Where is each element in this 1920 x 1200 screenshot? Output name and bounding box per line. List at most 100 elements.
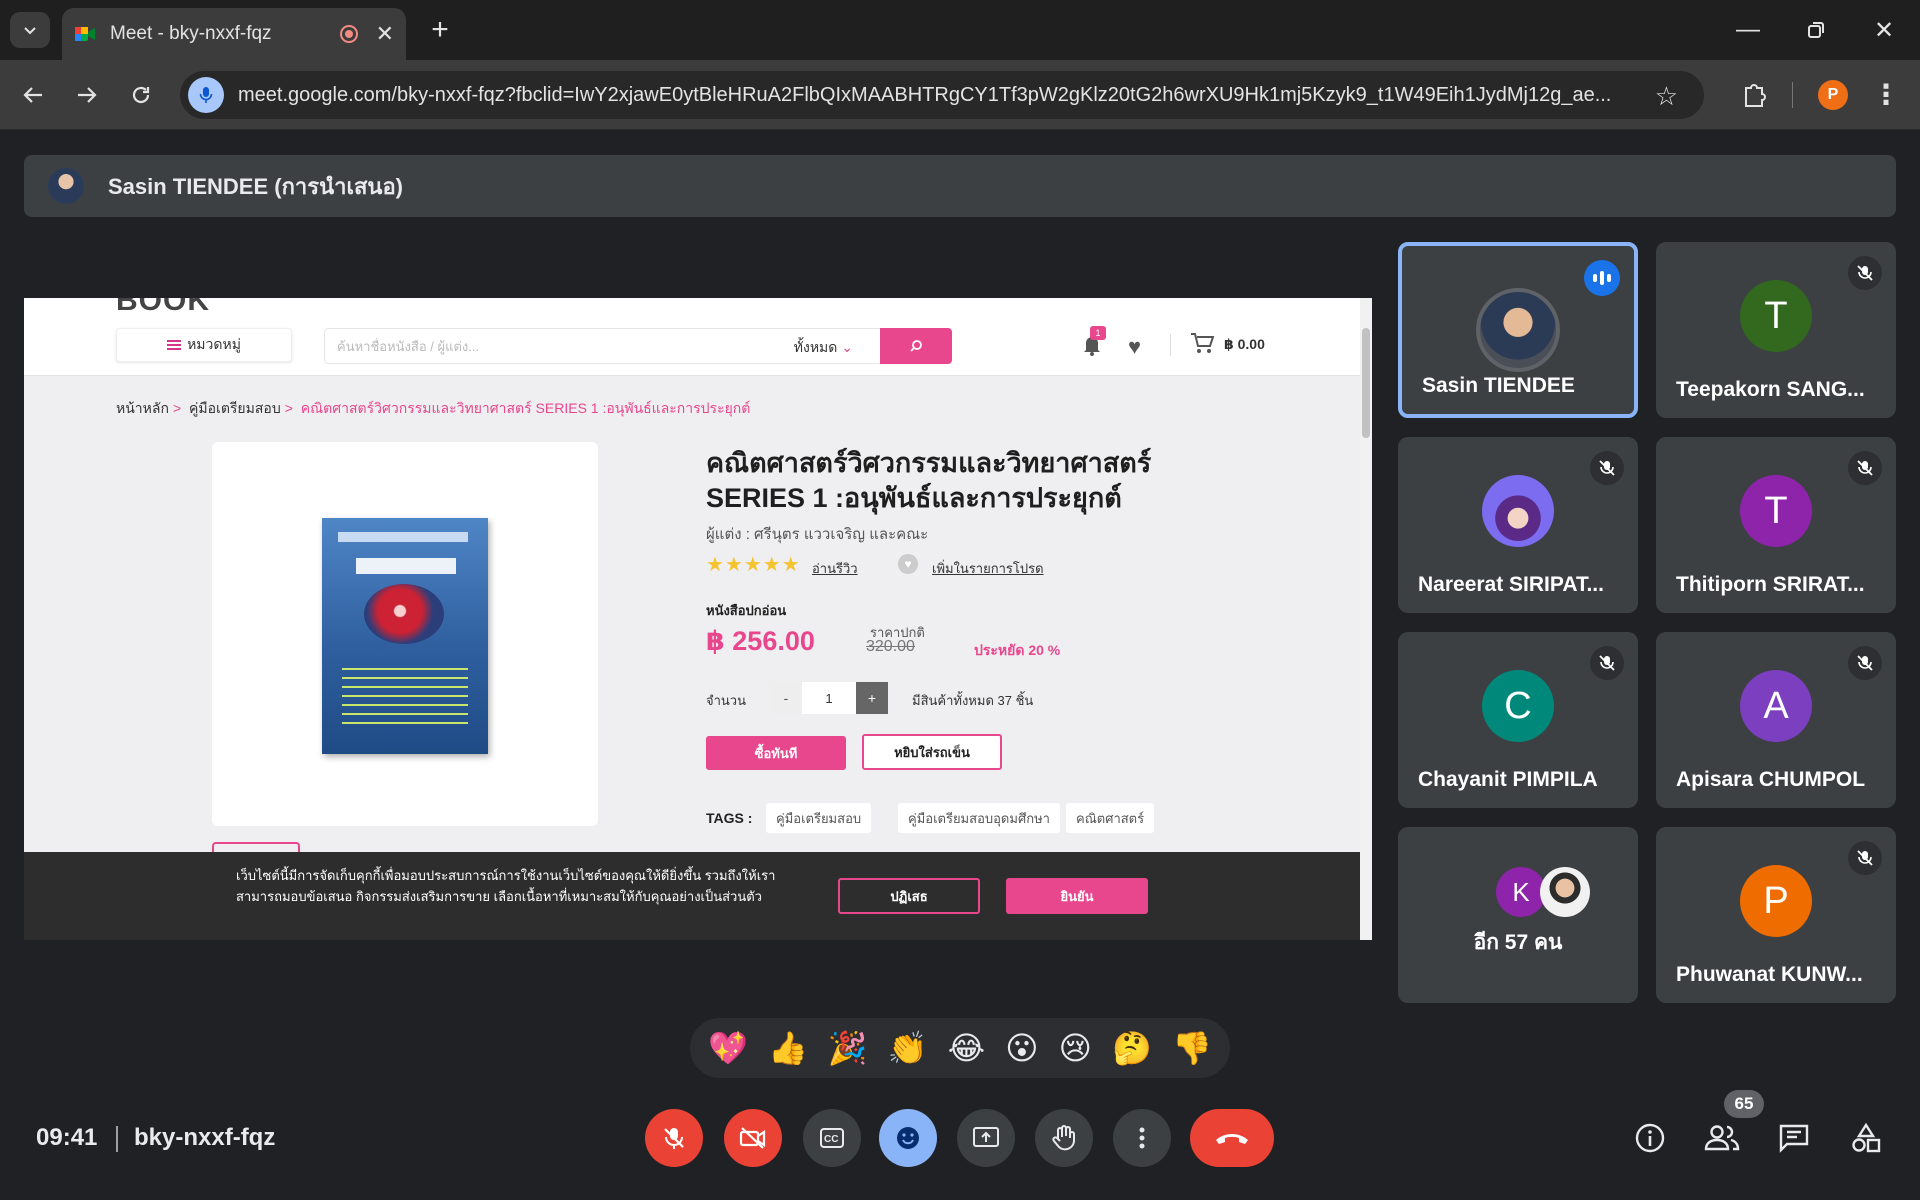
reaction-joy[interactable]: 😂 (948, 1029, 985, 1067)
reload-icon (132, 86, 150, 104)
profile-avatar[interactable]: P (1818, 80, 1848, 110)
forward-arrow-icon (78, 87, 97, 103)
browser-tab-meet[interactable]: Meet - bky-nxxf-fqz ✕ (62, 8, 406, 60)
browser-menu-icon[interactable]: ⋮ (1872, 78, 1900, 111)
quantity-decrease-button[interactable]: - (770, 682, 802, 714)
present-screen-icon (973, 1127, 999, 1147)
read-reviews-link[interactable]: อ่านรีวิว (812, 558, 858, 579)
cookie-accept-button[interactable]: ยินยัน (1006, 878, 1148, 914)
browser-toolbar: meet.google.com/bky-nxxf-fqz?fbclid=IwY2… (0, 60, 1920, 130)
tab-search-button[interactable] (10, 12, 50, 48)
tag-chip[interactable]: คู่มือเตรียมสอบอุดมศึกษา (898, 803, 1060, 833)
present-screen-button[interactable] (957, 1109, 1015, 1167)
participant-tile[interactable]: Sasin TIENDEE (1398, 242, 1638, 418)
meeting-clock: 09:41 (36, 1124, 98, 1151)
participant-name: Nareerat SIRIPAT... (1418, 573, 1604, 596)
chevron-down-icon (24, 27, 36, 35)
close-window-button[interactable]: ✕ (1860, 10, 1908, 50)
camera-off-icon (739, 1127, 766, 1149)
leave-call-button[interactable] (1190, 1109, 1274, 1167)
breadcrumb-category[interactable]: คู่มือเตรียมสอบ (189, 400, 281, 416)
regular-price: 320.00 (866, 638, 915, 655)
mic-off-icon (1590, 451, 1624, 485)
reaction-surprised[interactable]: 😮 (1005, 1029, 1038, 1067)
product-title: คณิตศาสตร์วิศวกรรมและวิทยาศาสตร์ SERIES … (706, 448, 1152, 514)
closed-captions-icon: CC (820, 1128, 844, 1148)
people-button[interactable] (1698, 1114, 1746, 1162)
add-to-wishlist-link[interactable]: เพิ่มในรายการโปรด (932, 558, 1044, 579)
more-participants-tile[interactable]: K อีก 57 คน (1398, 827, 1638, 1003)
tags-label: TAGS : (706, 810, 753, 826)
buy-now-button[interactable]: ซื้อทันที (706, 736, 846, 770)
participant-tile[interactable]: A Apisara CHUMPOL (1656, 632, 1896, 808)
toolbar-divider (1792, 82, 1793, 108)
participant-tile[interactable]: Nareerat SIRIPAT... (1398, 437, 1638, 613)
saving-badge: ประหยัด 20 % (974, 642, 1061, 658)
product-price: ฿ 256.00 (706, 626, 815, 656)
participant-avatar: T (1740, 475, 1812, 547)
forward-button[interactable] (66, 74, 108, 116)
participant-tile[interactable]: T Thitiporn SRIRAT... (1656, 437, 1896, 613)
more-options-button[interactable] (1113, 1109, 1171, 1167)
presenter-avatar (48, 168, 84, 204)
mic-toggle-button[interactable] (645, 1109, 703, 1167)
reaction-thinking[interactable]: 🤔 (1112, 1029, 1152, 1067)
reaction-party-popper[interactable]: 🎉 (828, 1029, 868, 1067)
participant-name: Thitiporn SRIRAT... (1676, 573, 1865, 596)
extensions-icon[interactable] (1736, 76, 1772, 112)
google-meet-icon (75, 27, 95, 41)
back-button[interactable] (12, 74, 54, 116)
browser-tab-bar: Meet - bky-nxxf-fqz ✕ + — ✕ (0, 0, 1920, 60)
microphone-icon[interactable] (188, 77, 224, 113)
quantity-increase-button[interactable]: + (856, 682, 888, 714)
raise-hand-button[interactable] (1035, 1109, 1093, 1167)
info-icon (1635, 1123, 1665, 1153)
tab-close-icon[interactable]: ✕ (376, 21, 394, 47)
reload-button[interactable] (120, 74, 162, 116)
add-to-cart-button[interactable]: หยิบใส่รถเข็น (862, 734, 1002, 770)
shared-page-scrollbar[interactable] (1360, 298, 1372, 940)
activities-button[interactable] (1842, 1114, 1890, 1162)
new-tab-button[interactable]: + (422, 12, 458, 48)
chat-icon (1779, 1124, 1809, 1153)
quantity-input[interactable]: 1 (802, 682, 856, 714)
minimize-button[interactable]: — (1724, 10, 1772, 50)
participant-tile[interactable]: T Teepakorn SANG... (1656, 242, 1896, 418)
captions-button[interactable]: CC (803, 1109, 861, 1167)
participant-avatar: K (1496, 867, 1546, 917)
reaction-thumbs-down[interactable]: 👎 (1172, 1029, 1212, 1067)
people-icon (1704, 1125, 1740, 1151)
participant-photo-avatar (1476, 288, 1560, 372)
restore-button[interactable] (1792, 10, 1840, 50)
site-search-button[interactable] (880, 328, 952, 364)
tag-chip[interactable]: คณิตศาสตร์ (1066, 803, 1155, 833)
mic-off-icon (1848, 841, 1882, 875)
reaction-thumbs-up[interactable]: 👍 (768, 1029, 808, 1067)
search-scope-select[interactable]: ทั้งหมด ⌄ (794, 337, 853, 359)
camera-toggle-button[interactable] (724, 1109, 782, 1167)
tag-chip[interactable]: คู่มือเตรียมสอบ (766, 803, 872, 833)
emoji-reactions-button[interactable] (879, 1109, 937, 1167)
presenter-label: Sasin TIENDEE (การนำเสนอ) (108, 173, 404, 199)
wishlist-heart-icon[interactable]: ♥ (1128, 334, 1141, 360)
cookie-reject-button[interactable]: ปฏิเสธ (838, 878, 980, 914)
chat-button[interactable] (1770, 1114, 1818, 1162)
breadcrumb-home[interactable]: หน้าหลัก (116, 400, 169, 416)
reactions-bar: 💖 👍 🎉 👏 😂 😮 😢 🤔 👎 (690, 1018, 1230, 1078)
wishlist-heart-circle-icon[interactable]: ♥ (898, 554, 918, 574)
participant-tile[interactable]: C Chayanit PIMPILA (1398, 632, 1638, 808)
cart-icon[interactable] (1190, 332, 1214, 354)
reaction-clapping[interactable]: 👏 (888, 1029, 928, 1067)
meeting-details-button[interactable] (1626, 1114, 1674, 1162)
category-button[interactable]: หมวดหมู่ (116, 328, 292, 362)
bookmark-star-icon[interactable]: ☆ (1655, 81, 1678, 112)
mic-off-icon (1590, 646, 1624, 680)
book-cover-image[interactable] (322, 518, 488, 754)
address-bar[interactable]: meet.google.com/bky-nxxf-fqz?fbclid=IwY2… (180, 71, 1704, 119)
speaking-indicator-icon (1584, 260, 1620, 296)
product-format: หนังสือปกอ่อน (706, 603, 787, 618)
site-search-input[interactable]: ค้นหาชื่อหนังสือ / ผู้แต่ง... ทั้งหมด ⌄ (324, 328, 884, 364)
reaction-crying[interactable]: 😢 (1059, 1029, 1092, 1067)
participant-tile[interactable]: P Phuwanat KUNW... (1656, 827, 1896, 1003)
reaction-sparkling-heart[interactable]: 💖 (708, 1029, 748, 1067)
